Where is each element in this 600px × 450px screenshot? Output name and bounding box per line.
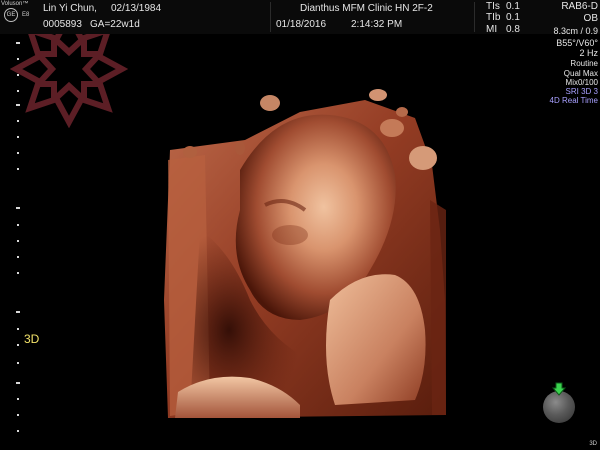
ultrasound-screen: Voluson™ GE E8 Lin Yi Chun, 02/13/1984 0… — [0, 0, 600, 450]
gestational-age: GA=22w1d — [90, 19, 140, 30]
tib-label: TIb — [486, 12, 501, 23]
view-mode-label: 3D — [24, 332, 40, 346]
ge-logo-icon: GE — [4, 8, 18, 22]
e8-label: E8 — [22, 12, 30, 18]
patient-id: 0005893 — [43, 19, 82, 30]
depth-ratio: 8.3cm / 0.9 — [553, 26, 598, 36]
preset-name: OB — [583, 13, 598, 24]
exam-date: 01/18/2016 — [276, 19, 327, 30]
header-divider-left — [270, 2, 271, 32]
clinic-name: Dianthus MFM Clinic HN 2F-2 — [300, 3, 433, 14]
patient-dob: 02/13/1984 — [111, 3, 162, 14]
tib-value: 0.1 — [506, 12, 520, 23]
exam-time: 2:14:32 PM — [351, 19, 403, 30]
brand-label: Voluson™ — [1, 1, 29, 7]
corner-mode-label: 3D — [589, 441, 597, 447]
probe-name: RAB6-D — [561, 1, 598, 12]
patient-name: Lin Yi Chun, — [43, 3, 97, 14]
green-arrow-icon — [551, 382, 567, 396]
realtime-mode: 4D Real Time — [549, 96, 598, 105]
header-divider-right — [474, 2, 475, 32]
mi-value: 0.8 — [506, 24, 520, 35]
mi-label: MI — [486, 24, 498, 35]
